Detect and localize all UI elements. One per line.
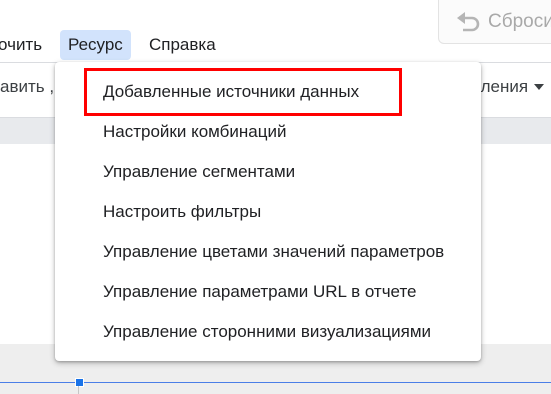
menu-option-configure-filters[interactable]: Настроить фильтры <box>55 192 481 232</box>
menu-item-resource[interactable]: Ресурс <box>60 30 131 60</box>
caret-down-icon <box>534 84 545 90</box>
menu-item-help[interactable]: Справка <box>141 30 224 60</box>
menu-option-manage-dimension-colors[interactable]: Управление цветами значений параметров <box>55 232 481 272</box>
menu-option-manage-url-params[interactable]: Управление параметрами URL в отчете <box>55 272 481 312</box>
guide-line <box>78 386 79 394</box>
report-editor: Сброси очить Ресурс Справка авить , влен… <box>0 0 551 394</box>
menu-option-manage-segments[interactable]: Управление сегментами <box>55 152 481 192</box>
menu-item-edit[interactable]: очить <box>0 30 50 60</box>
menu-option-added-data-sources[interactable]: Добавленные источники данных <box>55 72 481 112</box>
menu-option-manage-community-viz[interactable]: Управление сторонними визуализациями <box>55 312 481 352</box>
toolbar-manage-dropdown[interactable]: вления <box>472 77 545 97</box>
selection-handle[interactable] <box>75 378 84 387</box>
menu-bar: очить Ресурс Справка <box>0 26 551 62</box>
resource-menu: Добавленные источники данных Настройки к… <box>55 62 481 361</box>
menu-option-blend-settings[interactable]: Настройки комбинаций <box>55 112 481 152</box>
toolbar-add-label[interactable]: авить , <box>0 77 54 97</box>
